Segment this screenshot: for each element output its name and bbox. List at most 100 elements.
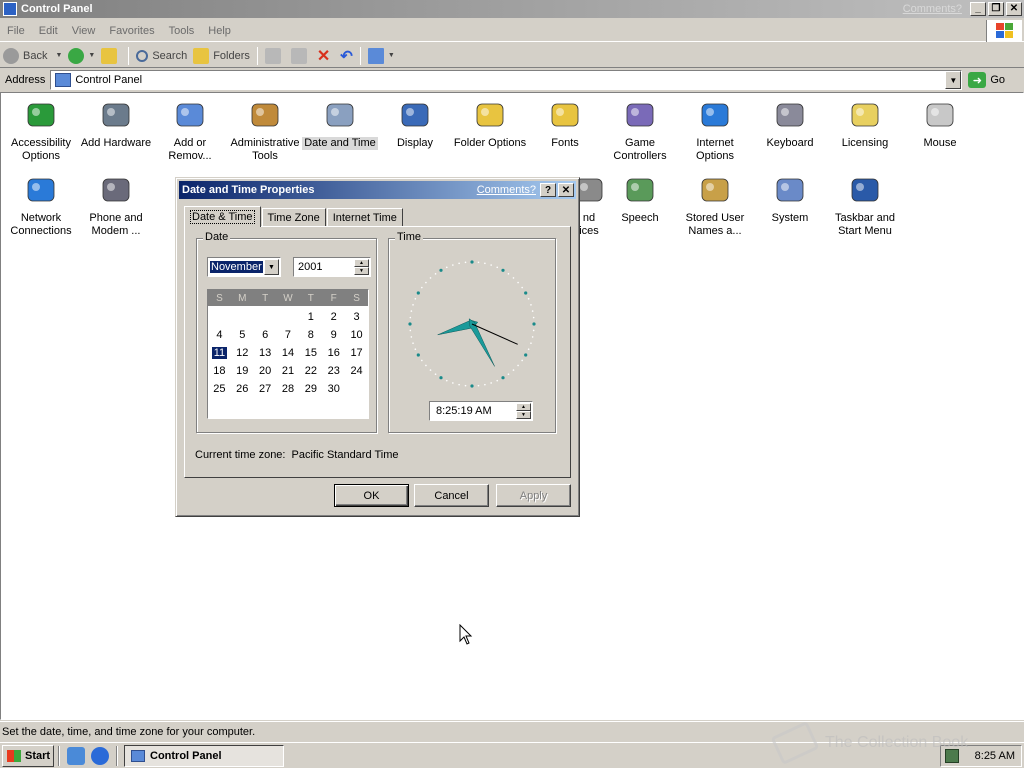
calendar-day[interactable]: 10 (345, 329, 368, 341)
cp-item-speech[interactable]: Speech (602, 173, 678, 225)
calendar-day[interactable]: 5 (231, 329, 254, 341)
restore-button[interactable]: ❐ (988, 2, 1004, 16)
views-dropdown-icon[interactable]: ▼ (388, 52, 395, 59)
close-button[interactable]: ✕ (1006, 2, 1022, 16)
calendar-day[interactable]: 17 (345, 347, 368, 359)
cp-item-mouse[interactable]: Mouse (902, 98, 978, 150)
calendar-day[interactable]: 14 (277, 347, 300, 359)
go-button[interactable]: ➜ Go (968, 72, 1005, 88)
cp-item-game-controllers[interactable]: Game Controllers (602, 98, 678, 163)
calendar-day[interactable]: 11 (208, 347, 231, 359)
move-to-button[interactable] (262, 45, 288, 67)
cp-item-keyboard[interactable]: Keyboard (752, 98, 828, 150)
cp-item-add-hardware[interactable]: Add Hardware (78, 98, 154, 150)
copy-to-button[interactable] (288, 45, 314, 67)
month-select[interactable]: November ▼ (207, 257, 281, 277)
folders-label: Folders (213, 49, 250, 62)
calendar-day[interactable]: 28 (277, 383, 300, 395)
calendar-day[interactable]: 22 (299, 365, 322, 377)
calendar-day[interactable]: 25 (208, 383, 231, 395)
apply-button[interactable]: Apply (496, 484, 571, 507)
cp-item-add-or-remove[interactable]: Add or Remov... (152, 98, 228, 163)
cp-item-administrative-tools[interactable]: Administrative Tools (227, 98, 303, 163)
calendar-day[interactable]: 29 (299, 383, 322, 395)
calendar-day[interactable]: 6 (254, 329, 277, 341)
cp-item-fonts[interactable]: Fonts (527, 98, 603, 150)
year-spinner[interactable]: 2001 ▲ ▼ (293, 257, 371, 277)
search-button[interactable]: Search (133, 45, 190, 67)
calendar-day[interactable]: 8 (299, 329, 322, 341)
folders-button[interactable]: Folders (190, 45, 253, 67)
address-dropdown-button[interactable]: ▼ (945, 71, 962, 89)
delete-button[interactable]: ✕ (314, 45, 337, 67)
calendar-day[interactable]: 9 (322, 329, 345, 341)
ok-button[interactable]: OK (334, 484, 409, 507)
tab-internet-time[interactable]: Internet Time (326, 208, 403, 226)
year-up-button[interactable]: ▲ (354, 259, 369, 267)
back-dropdown-icon[interactable]: ▼ (55, 52, 62, 59)
menu-tools[interactable]: Tools (162, 25, 202, 37)
dialog-comments-link[interactable]: Comments? (477, 184, 536, 196)
calendar-day[interactable]: 30 (322, 383, 345, 395)
time-down-button[interactable]: ▼ (516, 411, 531, 419)
calendar-day[interactable]: 18 (208, 365, 231, 377)
views-button[interactable]: ▼ (365, 45, 398, 67)
help-button[interactable]: ? (540, 183, 556, 197)
cp-item-system[interactable]: System (752, 173, 828, 225)
forward-button[interactable]: ▼ (65, 45, 98, 67)
up-folder-button[interactable] (98, 45, 124, 67)
menu-file[interactable]: File (0, 25, 32, 37)
quicklaunch-ie-icon[interactable] (91, 746, 109, 765)
calendar-day[interactable]: 27 (254, 383, 277, 395)
calendar-day[interactable]: 2 (322, 311, 345, 323)
cp-item-display[interactable]: Display (377, 98, 453, 150)
calendar-day[interactable]: 3 (345, 311, 368, 323)
calendar-day[interactable]: 4 (208, 329, 231, 341)
calendar-day[interactable]: 12 (231, 347, 254, 359)
menu-view[interactable]: View (65, 25, 103, 37)
menu-edit[interactable]: Edit (32, 25, 65, 37)
comments-link[interactable]: Comments? (903, 3, 962, 15)
calendar-day[interactable]: 20 (254, 365, 277, 377)
year-down-button[interactable]: ▼ (354, 267, 369, 275)
dialog-close-button[interactable]: ✕ (558, 183, 574, 197)
address-field[interactable]: Control Panel ▼ (50, 70, 963, 90)
cp-item-stored-user-names[interactable]: Stored User Names a... (677, 173, 753, 238)
back-button[interactable]: Back ▼ (0, 45, 65, 67)
undo-button[interactable]: ↶ (337, 45, 356, 67)
calendar-day[interactable]: 13 (254, 347, 277, 359)
time-up-button[interactable]: ▲ (516, 403, 531, 411)
cancel-button[interactable]: Cancel (414, 484, 489, 507)
menu-help[interactable]: Help (201, 25, 238, 37)
menu-favorites[interactable]: Favorites (102, 25, 161, 37)
minimize-button[interactable]: _ (970, 2, 986, 16)
calendar-day[interactable]: 16 (322, 347, 345, 359)
calendar-day[interactable]: 7 (277, 329, 300, 341)
taskbar-control-panel-button[interactable]: Control Panel (124, 744, 284, 767)
cp-item-taskbar-start-menu[interactable]: Taskbar and Start Menu (827, 173, 903, 238)
calendar-day[interactable]: 19 (231, 365, 254, 377)
quicklaunch-explorer-icon[interactable] (67, 746, 85, 765)
calendar-day[interactable]: 21 (277, 365, 300, 377)
dialog-title-bar[interactable]: Date and Time Properties Comments? ? ✕ (179, 181, 576, 199)
start-button[interactable]: Start (2, 744, 54, 767)
calendar-day[interactable]: 15 (299, 347, 322, 359)
clock-tick (507, 273, 510, 275)
cp-item-date-and-time[interactable]: Date and Time (302, 98, 378, 150)
forward-dropdown-icon[interactable]: ▼ (88, 52, 95, 59)
month-dropdown-icon[interactable]: ▼ (264, 259, 279, 275)
tab-time-zone[interactable]: Time Zone (261, 208, 326, 226)
cp-item-internet-options[interactable]: Internet Options (677, 98, 753, 163)
cp-item-accessibility-options[interactable]: Accessibility Options (3, 98, 79, 163)
cp-item-folder-options[interactable]: Folder Options (452, 98, 528, 150)
time-spinner[interactable]: 8:25:19 AM ▲ ▼ (429, 401, 533, 421)
tab-date-time[interactable]: Date & Time (184, 206, 261, 227)
calendar-day[interactable]: 24 (345, 365, 368, 377)
cp-item-phone-and-modem[interactable]: Phone and Modem ... (78, 173, 154, 238)
calendar-day[interactable]: 26 (231, 383, 254, 395)
calendar-day[interactable]: 23 (322, 365, 345, 377)
window-title-bar[interactable]: Control Panel Comments? _ ❐ ✕ (0, 0, 1024, 18)
cp-item-licensing[interactable]: Licensing (827, 98, 903, 150)
cp-item-network-connections[interactable]: Network Connections (3, 173, 79, 238)
calendar-day[interactable]: 1 (299, 311, 322, 323)
